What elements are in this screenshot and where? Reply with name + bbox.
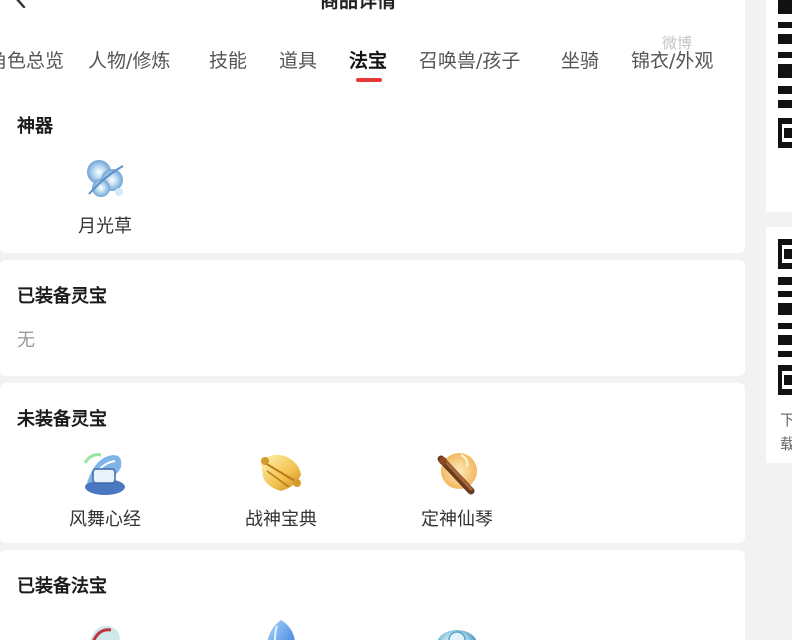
qr-card-bottom: 下 载 — [766, 227, 792, 463]
moonlight-grass-icon — [87, 160, 124, 197]
item-fabao-2[interactable] — [221, 616, 341, 640]
page: 商品详情 角色总览 人物/修炼 技能 道具 法宝 召唤兽/孩子 坐骑 锦衣/外观… — [0, 0, 792, 640]
unequipped-lingbao-section: 未装备灵宝 风舞心经 战神宝典 定神仙琴 — [0, 383, 745, 543]
equipped-fabao-section: 已装备法宝 — [0, 550, 745, 640]
category-tabs: 角色总览 人物/修炼 技能 道具 法宝 召唤兽/孩子 坐骑 锦衣/外观 微博 — [0, 30, 745, 96]
top-header: 商品详情 — [0, 0, 745, 30]
active-tab-indicator — [356, 78, 382, 82]
section-title: 已装备法宝 — [17, 576, 107, 597]
immortal-zither-icon — [437, 453, 477, 495]
side-text-line2: 载 — [780, 435, 792, 453]
tab-mounts[interactable]: 坐骑 — [561, 46, 599, 73]
section-title: 神器 — [17, 116, 53, 137]
empty-text: 无 — [17, 330, 35, 351]
tab-skills[interactable]: 技能 — [209, 46, 247, 73]
tab-fabao[interactable]: 法宝 — [349, 46, 387, 73]
chevron-left-icon[interactable] — [8, 0, 32, 10]
item-label: 风舞心经 — [69, 509, 141, 530]
item-wind-dance-scripture[interactable]: 风舞心经 — [45, 447, 165, 531]
item-moonlight-grass[interactable]: 月光草 — [45, 154, 165, 238]
fabao-orb-icon — [437, 630, 477, 640]
side-panel: 下 载 — [745, 0, 792, 640]
item-label: 战神宝典 — [245, 509, 317, 530]
cart-icon[interactable] — [648, 0, 674, 10]
watermark: 微博 — [662, 34, 693, 52]
tab-summons[interactable]: 召唤兽/孩子 — [419, 46, 520, 73]
war-god-scroll-icon — [261, 454, 301, 491]
tab-overview[interactable]: 角色总览 — [0, 46, 64, 73]
share-icon[interactable] — [596, 0, 622, 10]
fabao-crystal-icon — [267, 620, 295, 640]
fabao-dragon-icon — [90, 625, 120, 640]
item-war-god-scroll[interactable]: 战神宝典 — [221, 447, 341, 531]
qr-code-icon[interactable] — [778, 0, 792, 150]
main-panel: 商品详情 角色总览 人物/修炼 技能 道具 法宝 召唤兽/孩子 坐骑 锦衣/外观… — [0, 0, 745, 640]
page-title: 商品详情 — [320, 0, 420, 10]
tab-items[interactable]: 道具 — [279, 46, 317, 73]
more-vertical-icon[interactable] — [702, 0, 728, 10]
side-text-line1: 下 — [780, 411, 792, 429]
item-label: 定神仙琴 — [421, 509, 493, 530]
qr-card-top — [766, 0, 792, 212]
item-immortal-zither[interactable]: 定神仙琴 — [397, 447, 517, 531]
item-fabao-3[interactable] — [397, 616, 517, 640]
equipped-lingbao-section: 已装备灵宝 无 — [0, 260, 745, 376]
section-title: 未装备灵宝 — [17, 409, 107, 430]
section-title: 已装备灵宝 — [17, 286, 107, 307]
item-label: 月光草 — [78, 216, 132, 237]
item-fabao-1[interactable] — [45, 616, 165, 640]
artifact-section: 神器 月光草 — [0, 96, 745, 253]
wind-dance-scripture-icon — [83, 453, 125, 495]
qr-code-icon[interactable] — [778, 239, 792, 409]
tab-character[interactable]: 人物/修炼 — [88, 46, 170, 73]
